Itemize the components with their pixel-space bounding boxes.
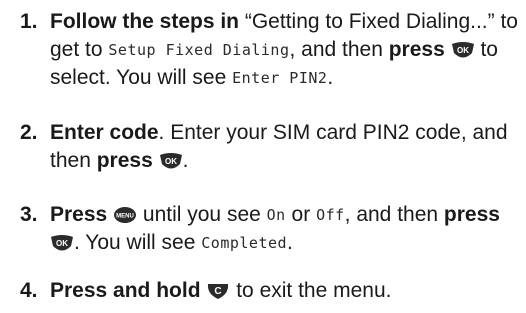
menu-key-icon: MENU [113,206,137,224]
step-text-part: . You will see [74,231,202,254]
press-word: press [443,203,500,226]
step-text-part: , and then [344,203,444,226]
svg-text:C: C [215,286,222,297]
svg-text:OK: OK [457,46,469,55]
display-text: Completed [201,234,288,252]
step-text: Enter code. Enter your SIM card PIN2 cod… [50,119,520,175]
step-lead: Press and hold [50,279,201,302]
step-number: 2. [20,121,38,144]
clear-key-icon: C [206,282,230,300]
display-text: On [266,206,286,224]
ok-key-icon: OK [50,234,74,252]
display-text: Enter PIN2 [232,69,328,87]
display-text: Setup Fixed Dialing [108,41,290,59]
step-text-part: . [182,149,189,172]
step-number: 3. [20,203,38,226]
step-text-part: . [287,231,293,254]
svg-text:OK: OK [56,239,68,248]
step-text-part: or [285,203,317,226]
step-text: Press and hold C to exit the menu. [50,277,520,305]
svg-text:MENU: MENU [116,214,134,220]
step-text-part: , and then [289,38,389,61]
step-number: 1. [20,10,38,33]
press-word: press [388,38,445,61]
step-text-part: to exit the menu. [230,279,392,302]
ok-key-icon: OK [159,152,183,170]
step-lead: Enter code [50,121,159,144]
step-lead: Follow the steps in [50,10,240,33]
step-text: Press MENU until you see On or Off, and … [50,201,520,257]
step-text-part: until you see [137,203,267,226]
ok-key-icon: OK [451,41,475,59]
step-number: 4. [20,279,38,302]
step-text: Follow the steps in “Getting to Fixed Di… [50,8,520,92]
step-text-part: . [327,66,334,89]
svg-text:OK: OK [165,157,177,166]
press-word: press [96,149,153,172]
display-text: Off [316,206,345,224]
step-lead: Press [50,203,108,226]
